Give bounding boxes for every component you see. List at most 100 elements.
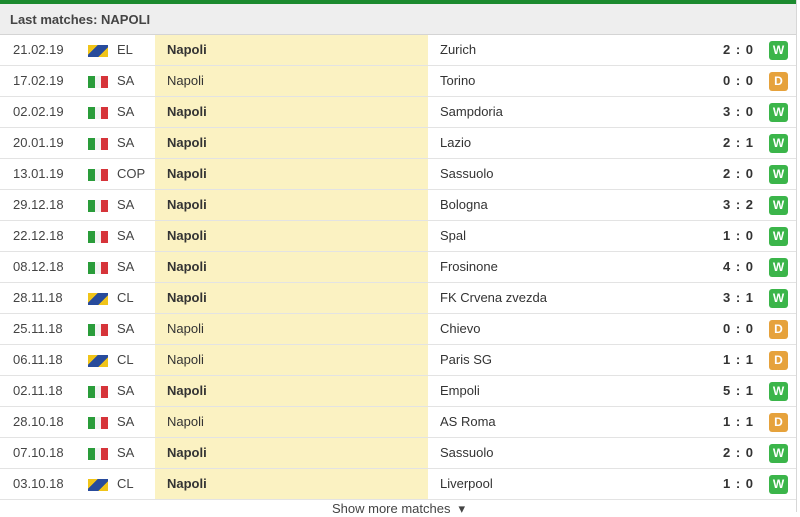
italy-flag-icon bbox=[88, 262, 109, 274]
match-row[interactable]: 07.10.18 SA Napoli Sassuolo 2 : 0 W bbox=[0, 438, 796, 469]
italy-flag-icon bbox=[88, 324, 109, 336]
home-team[interactable]: Napoli bbox=[155, 407, 428, 437]
home-team[interactable]: Napoli bbox=[155, 314, 428, 344]
competition-code: EL bbox=[117, 42, 133, 57]
result-badge: W bbox=[769, 289, 788, 308]
italy-flag-icon bbox=[88, 417, 109, 429]
match-date: 17.02.19 bbox=[13, 73, 64, 88]
competition-code: SA bbox=[117, 73, 135, 88]
match-row[interactable]: 17.02.19 SA Napoli Torino 0 : 0 D bbox=[0, 66, 796, 97]
match-score[interactable]: 3 : 1 bbox=[706, 283, 754, 313]
away-team[interactable]: Sassuolo bbox=[440, 159, 700, 189]
home-team[interactable]: Napoli bbox=[155, 469, 428, 499]
home-team[interactable]: Napoli bbox=[155, 221, 428, 251]
home-team[interactable]: Napoli bbox=[155, 159, 428, 189]
home-team[interactable]: Napoli bbox=[155, 128, 428, 158]
match-score[interactable]: 2 : 1 bbox=[706, 128, 754, 158]
match-score[interactable]: 0 : 0 bbox=[706, 66, 754, 96]
match-row[interactable]: 08.12.18 SA Napoli Frosinone 4 : 0 W bbox=[0, 252, 796, 283]
competition-code: SA bbox=[117, 104, 135, 119]
away-team[interactable]: Frosinone bbox=[440, 252, 700, 282]
home-team[interactable]: Napoli bbox=[155, 345, 428, 375]
competition-code: SA bbox=[117, 445, 135, 460]
home-team[interactable]: Napoli bbox=[155, 376, 428, 406]
matches-list: 21.02.19 EL Napoli Zurich 2 : 0 W 17.02.19 SA Na… bbox=[0, 35, 796, 500]
home-team[interactable]: Napoli bbox=[155, 66, 428, 96]
match-row[interactable]: 28.11.18 CL Napoli FK Crvena zvezda 3 : 1 W bbox=[0, 283, 796, 314]
away-team[interactable]: Zurich bbox=[440, 35, 700, 65]
match-score[interactable]: 3 : 2 bbox=[706, 190, 754, 220]
away-team[interactable]: Sassuolo bbox=[440, 438, 700, 468]
home-team[interactable]: Napoli bbox=[155, 35, 428, 65]
panel-header: Last matches: NAPOLI bbox=[0, 4, 796, 35]
match-date: 08.12.18 bbox=[13, 259, 64, 274]
match-date: 28.11.18 bbox=[13, 290, 63, 305]
show-more-link[interactable]: Show more matches ▾ bbox=[0, 501, 797, 517]
match-date: 25.11.18 bbox=[13, 321, 63, 336]
match-row[interactable]: 28.10.18 SA Napoli AS Roma 1 : 1 D bbox=[0, 407, 796, 438]
away-team[interactable]: AS Roma bbox=[440, 407, 700, 437]
away-team[interactable]: Torino bbox=[440, 66, 700, 96]
match-row[interactable]: 20.01.19 SA Napoli Lazio 2 : 1 W bbox=[0, 128, 796, 159]
match-score[interactable]: 4 : 0 bbox=[706, 252, 754, 282]
match-row[interactable]: 06.11.18 CL Napoli Paris SG 1 : 1 D bbox=[0, 345, 796, 376]
match-score[interactable]: 1 : 1 bbox=[706, 407, 754, 437]
home-team[interactable]: Napoli bbox=[155, 97, 428, 127]
match-date: 03.10.18 bbox=[13, 476, 64, 491]
match-date: 02.11.18 bbox=[13, 383, 63, 398]
show-more-label: Show more matches bbox=[331, 501, 451, 516]
match-row[interactable]: 02.02.19 SA Napoli Sampdoria 3 : 0 W bbox=[0, 97, 796, 128]
italy-flag-icon bbox=[88, 231, 109, 243]
match-score[interactable]: 2 : 0 bbox=[706, 159, 754, 189]
competition-code: SA bbox=[117, 383, 135, 398]
home-team[interactable]: Napoli bbox=[155, 252, 428, 282]
result-badge: W bbox=[769, 258, 788, 277]
home-team[interactable]: Napoli bbox=[155, 190, 428, 220]
result-badge: W bbox=[769, 134, 788, 153]
italy-flag-icon bbox=[88, 107, 109, 119]
result-badge: W bbox=[769, 475, 788, 494]
result-badge: D bbox=[769, 72, 788, 91]
away-team[interactable]: Sampdoria bbox=[440, 97, 700, 127]
home-team[interactable]: Napoli bbox=[155, 438, 428, 468]
result-badge: W bbox=[769, 165, 788, 184]
away-team[interactable]: Chievo bbox=[440, 314, 700, 344]
match-score[interactable]: 3 : 0 bbox=[706, 97, 754, 127]
result-badge: D bbox=[769, 320, 788, 339]
away-team[interactable]: Paris SG bbox=[440, 345, 700, 375]
match-date: 29.12.18 bbox=[13, 197, 64, 212]
italy-flag-icon bbox=[88, 386, 109, 398]
italy-flag-icon bbox=[88, 138, 109, 150]
italy-flag-icon bbox=[88, 76, 109, 88]
match-score[interactable]: 2 : 0 bbox=[706, 35, 754, 65]
match-score[interactable]: 1 : 0 bbox=[706, 469, 754, 499]
match-score[interactable]: 2 : 0 bbox=[706, 438, 754, 468]
competition-code: CL bbox=[117, 352, 134, 367]
chevron-down-icon: ▾ bbox=[458, 501, 466, 516]
match-score[interactable]: 0 : 0 bbox=[706, 314, 754, 344]
away-team[interactable]: Lazio bbox=[440, 128, 700, 158]
competition-code: SA bbox=[117, 414, 135, 429]
away-team[interactable]: Empoli bbox=[440, 376, 700, 406]
match-row[interactable]: 03.10.18 CL Napoli Liverpool 1 : 0 W bbox=[0, 469, 796, 500]
competition-code: SA bbox=[117, 135, 135, 150]
match-score[interactable]: 5 : 1 bbox=[706, 376, 754, 406]
match-score[interactable]: 1 : 0 bbox=[706, 221, 754, 251]
match-row[interactable]: 29.12.18 SA Napoli Bologna 3 : 2 W bbox=[0, 190, 796, 221]
home-team[interactable]: Napoli bbox=[155, 283, 428, 313]
match-score[interactable]: 1 : 1 bbox=[706, 345, 754, 375]
away-team[interactable]: Bologna bbox=[440, 190, 700, 220]
match-row[interactable]: 13.01.19 COP Napoli Sassuolo 2 : 0 W bbox=[0, 159, 796, 190]
competition-code: CL bbox=[117, 290, 134, 305]
match-row[interactable]: 25.11.18 SA Napoli Chievo 0 : 0 D bbox=[0, 314, 796, 345]
away-team[interactable]: Liverpool bbox=[440, 469, 700, 499]
match-row[interactable]: 22.12.18 SA Napoli Spal 1 : 0 W bbox=[0, 221, 796, 252]
result-badge: W bbox=[769, 41, 788, 60]
match-row[interactable]: 02.11.18 SA Napoli Empoli 5 : 1 W bbox=[0, 376, 796, 407]
matches-panel: Last matches: NAPOLI 21.02.19 EL Napoli Zur… bbox=[0, 0, 797, 516]
match-row[interactable]: 21.02.19 EL Napoli Zurich 2 : 0 W bbox=[0, 35, 796, 66]
result-badge: D bbox=[769, 351, 788, 370]
italy-flag-icon bbox=[88, 200, 109, 212]
away-team[interactable]: Spal bbox=[440, 221, 700, 251]
away-team[interactable]: FK Crvena zvezda bbox=[440, 283, 700, 313]
